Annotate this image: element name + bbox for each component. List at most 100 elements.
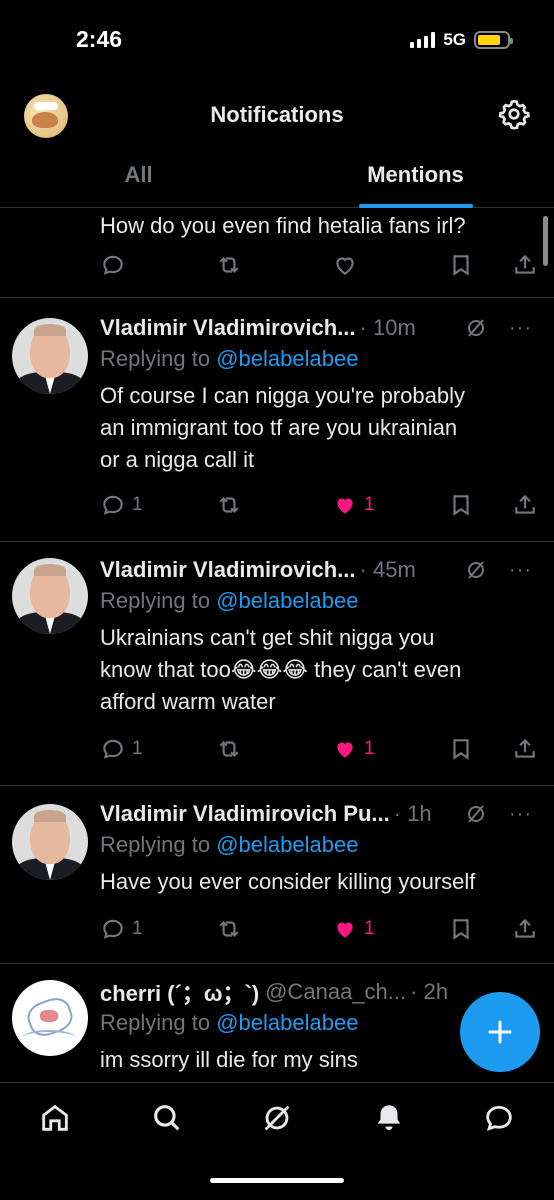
more-icon[interactable]: ··· [509, 317, 532, 340]
grok-icon[interactable] [260, 1101, 294, 1135]
retweet-icon [219, 740, 239, 758]
like-count: 1 [364, 494, 375, 515]
tweet-actions: 1 1 [100, 914, 540, 944]
bell-icon[interactable] [372, 1101, 406, 1135]
like-button[interactable] [332, 252, 358, 278]
like-button[interactable]: 1 [332, 492, 375, 518]
retweet-button[interactable] [216, 252, 242, 278]
bookmark-icon [453, 495, 469, 516]
heart-icon [337, 742, 353, 758]
bookmark-button[interactable] [448, 916, 474, 942]
share-button[interactable] [512, 492, 538, 518]
tweet-header: Vladimir Vladimirovich Pu... · 1h ··· [100, 798, 540, 830]
tweet[interactable]: Vladimir Vladimirovich... · 45m ··· Repl… [0, 542, 554, 786]
like-count: 1 [364, 738, 375, 759]
retweet-icon [219, 256, 239, 274]
like-button[interactable]: 1 [332, 916, 375, 942]
retweet-button[interactable] [216, 492, 242, 518]
mention-link[interactable]: @belabelabee [216, 346, 358, 371]
tweet-text: Of course I can nigga you're probably an… [100, 383, 465, 472]
heart-icon [337, 922, 353, 938]
tweet[interactable]: Vladimir Vladimirovich... · 10m ··· Repl… [0, 298, 554, 542]
more-icon[interactable]: ··· [509, 803, 532, 826]
status-time: 2:46 [76, 26, 123, 52]
plus-icon [488, 1020, 512, 1044]
tweet-time: · 10m [359, 315, 416, 340]
more-icon[interactable]: ··· [509, 559, 532, 582]
tweet-text: Have you ever consider killing yourself [100, 869, 476, 894]
tab-all-label: All [124, 162, 153, 187]
compose-button[interactable] [460, 992, 540, 1072]
mention-link[interactable]: @belabelabee [216, 588, 358, 613]
tweet[interactable]: Vladimir Vladimirovich Pu... · 1h ··· Re… [0, 786, 554, 964]
share-icon [515, 918, 535, 938]
author-avatar[interactable] [12, 318, 88, 394]
grok-icon[interactable] [464, 802, 488, 826]
tab-all[interactable]: All [0, 150, 277, 207]
reply-count: 1 [132, 918, 143, 939]
bookmark-icon [453, 919, 469, 940]
reply-button[interactable]: 1 [100, 492, 143, 518]
reply-button[interactable] [100, 252, 126, 278]
speech-bubble-icon [103, 255, 123, 275]
like-count: 1 [364, 918, 375, 939]
reply-button[interactable]: 1 [100, 736, 143, 762]
replying-to: Replying to @belabelabee [100, 588, 359, 613]
heart-icon [337, 498, 353, 514]
grok-icon[interactable] [464, 558, 488, 582]
tweet-text: How do you even find hetalia fans irl? [100, 213, 466, 238]
battery-icon [474, 31, 513, 49]
signal-icon [410, 32, 436, 48]
bookmark-button[interactable] [448, 252, 474, 278]
tweet-time: · 1h [393, 801, 432, 826]
mentions-feed[interactable]: How do you even find hetalia fans irl? V… [0, 208, 554, 1082]
status-indicators: 5G [410, 30, 513, 50]
speech-bubble-icon [103, 495, 123, 515]
share-button[interactable] [512, 916, 538, 942]
mention-link[interactable]: @belabelabee [216, 832, 358, 857]
tweet-partial[interactable]: How do you even find hetalia fans irl? [0, 208, 554, 298]
tweet-actions: 1 1 [100, 490, 540, 520]
tab-mentions[interactable]: Mentions [277, 150, 554, 208]
author-avatar[interactable] [12, 804, 88, 880]
tweet-actions: 1 1 [100, 734, 540, 764]
speech-bubble-icon [103, 739, 123, 759]
author-handle: @Canaa_ch... [265, 979, 407, 1004]
tab-mentions-label: Mentions [367, 162, 464, 187]
author-name[interactable]: Vladimir Vladimirovich... [100, 315, 356, 341]
bookmark-button[interactable] [448, 736, 474, 762]
retweet-button[interactable] [216, 736, 242, 762]
tweet-header: Vladimir Vladimirovich... · 10m ··· [100, 312, 540, 344]
reply-button[interactable]: 1 [100, 916, 143, 942]
search-icon[interactable] [150, 1101, 184, 1135]
author-name[interactable]: Vladimir Vladimirovich Pu... [100, 801, 390, 827]
status-bar: 2:46 5G [0, 0, 554, 84]
page-title: Notifications [210, 102, 344, 127]
home-indicator [210, 1178, 344, 1183]
messages-icon[interactable] [482, 1101, 516, 1135]
share-icon [515, 494, 535, 514]
speech-bubble-icon [103, 919, 123, 939]
home-icon[interactable] [38, 1101, 72, 1135]
header: Notifications [0, 84, 554, 144]
network-label: 5G [443, 30, 466, 49]
reply-count: 1 [132, 494, 143, 515]
gear-icon[interactable] [498, 98, 530, 130]
replying-to: Replying to @belabelabee [100, 346, 359, 371]
grok-icon[interactable] [464, 316, 488, 340]
bookmark-icon [453, 255, 469, 276]
tweet-time: · 45m [359, 557, 416, 582]
heart-icon [336, 257, 354, 275]
share-button[interactable] [512, 252, 538, 278]
mention-link[interactable]: @belabelabee [216, 1010, 358, 1035]
like-button[interactable]: 1 [332, 736, 375, 762]
bookmark-button[interactable] [448, 492, 474, 518]
author-avatar[interactable] [12, 558, 88, 634]
share-button[interactable] [512, 736, 538, 762]
author-name[interactable]: cherri (´；ω；`) [100, 976, 259, 1008]
author-name[interactable]: Vladimir Vladimirovich... [100, 557, 356, 583]
bookmark-icon [453, 739, 469, 760]
author-avatar[interactable] [12, 980, 88, 1056]
share-icon [515, 738, 535, 758]
retweet-button[interactable] [216, 916, 242, 942]
